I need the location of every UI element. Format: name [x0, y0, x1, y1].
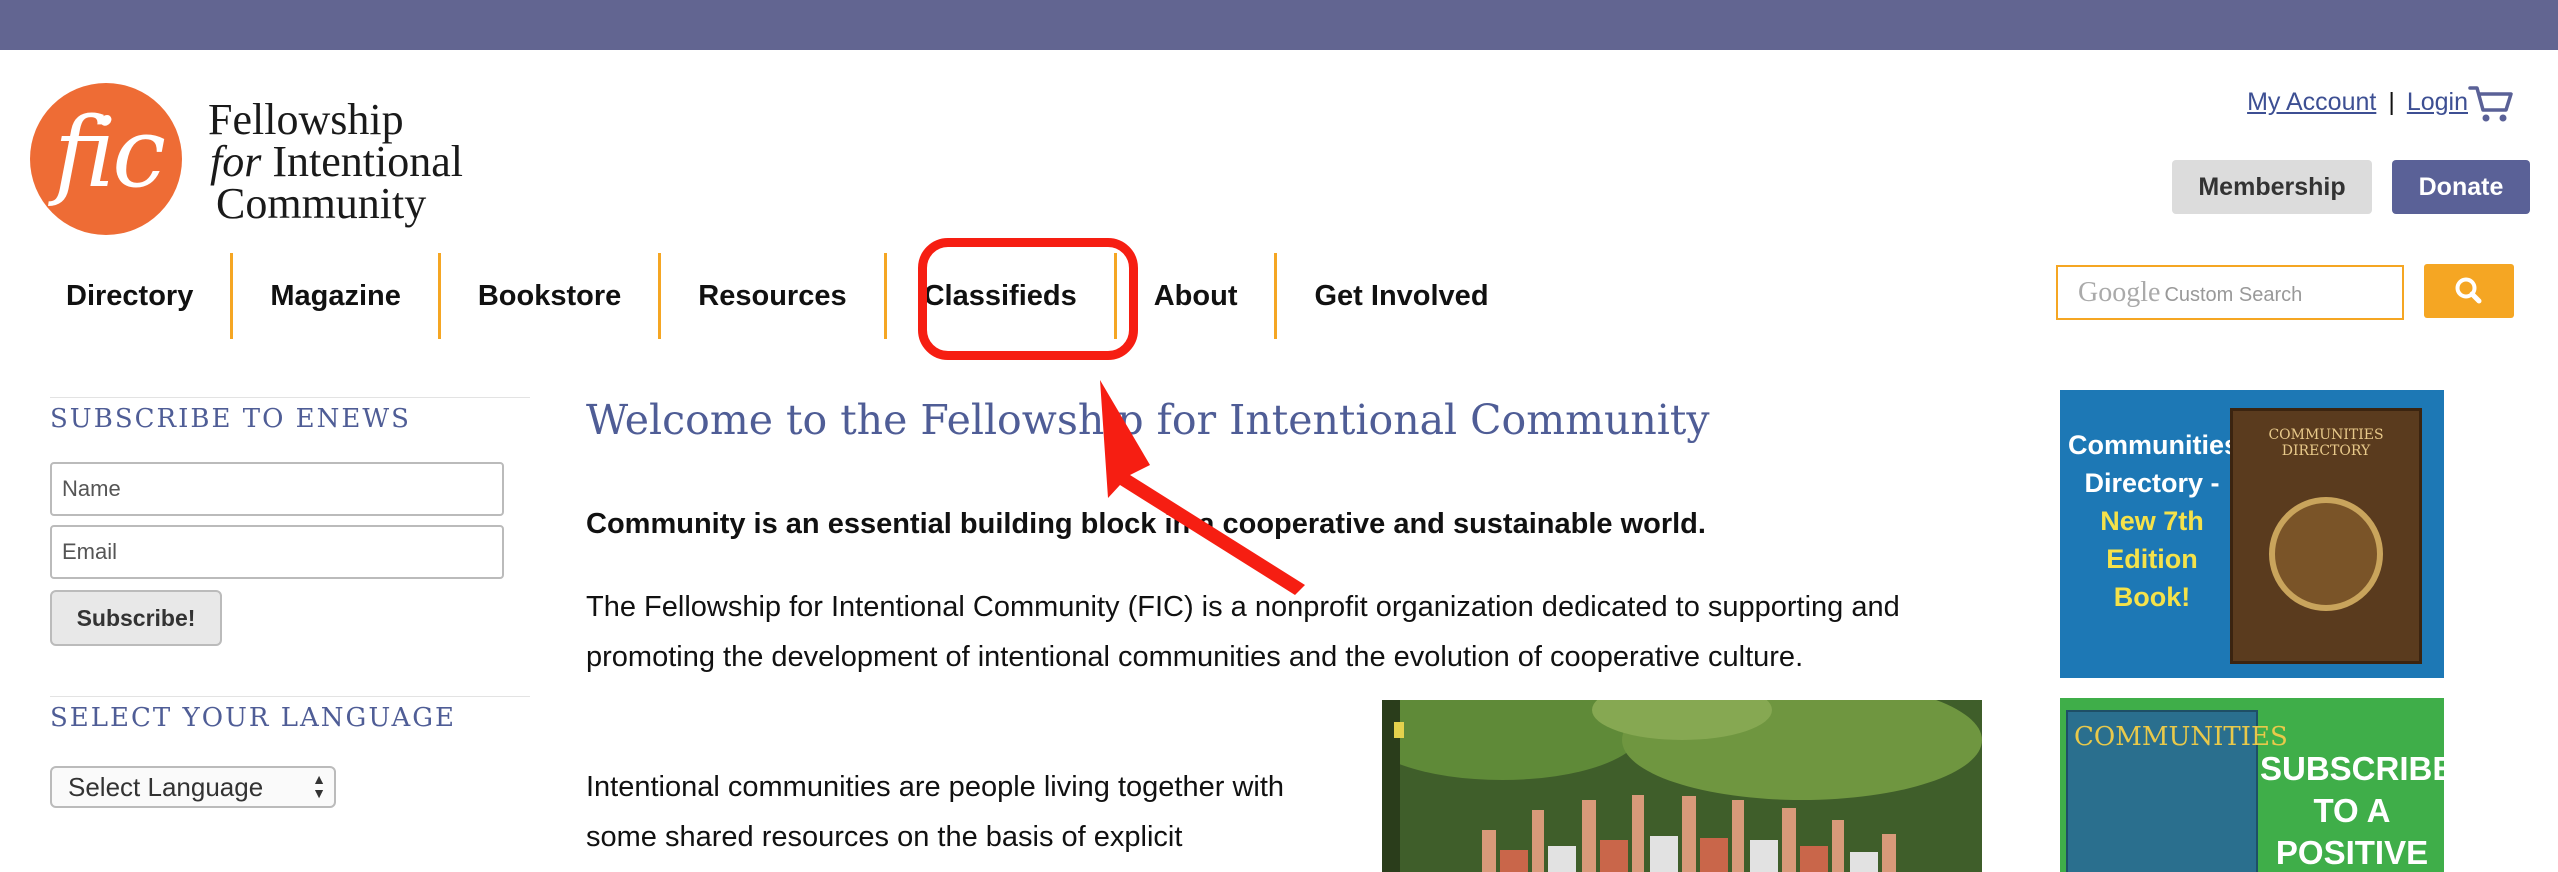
login-link[interactable]: Login — [2407, 88, 2468, 116]
search-icon — [2455, 277, 2482, 304]
nav-about[interactable]: About — [1117, 253, 1278, 339]
search-input[interactable]: Google Custom Search — [2056, 265, 2404, 320]
magazine-ad[interactable]: COMMUNITIES SUBSCRIBE TO A POSITIVE — [2060, 698, 2444, 872]
community-photo — [1382, 700, 1982, 872]
my-account-link[interactable]: My Account — [2247, 88, 2376, 116]
account-separator: | — [2388, 88, 2395, 116]
select-arrows-icon: ▲ ▼ — [312, 771, 326, 801]
membership-button[interactable]: Membership — [2172, 160, 2372, 214]
account-links: My Account | Login — [2247, 88, 2468, 117]
enews-heading: SUBSCRIBE TO ENEWS — [50, 397, 530, 434]
nav-resources[interactable]: Resources — [661, 253, 887, 339]
logo-mark-text: fic — [54, 97, 166, 209]
magazine-ad-line-3: POSITIVE — [2275, 834, 2429, 871]
logo-line-3: Community — [216, 179, 427, 228]
directory-ad-line-2: Directory - — [2084, 468, 2220, 498]
logo-wordmark: Fellowship for Intentional Community — [208, 95, 463, 228]
directory-ad-line-5: Book! — [2113, 582, 2191, 612]
subscribe-button[interactable]: Subscribe! — [50, 590, 222, 646]
logo-mark: fic — [30, 83, 182, 235]
search-button[interactable] — [2424, 264, 2514, 318]
cart-icon[interactable] — [2468, 84, 2514, 124]
directory-book-cover: COMMUNITIES DIRECTORY — [2230, 408, 2422, 664]
top-bar — [0, 0, 2558, 50]
book-ornament-icon — [2269, 497, 2383, 611]
magazine-cover: COMMUNITIES — [2066, 710, 2288, 872]
directory-book-title: COMMUNITIES DIRECTORY — [2268, 427, 2384, 459]
language-heading: SELECT YOUR LANGUAGE — [50, 696, 530, 733]
magazine-ad-line-2: TO A — [2313, 792, 2391, 829]
communities-paragraph: Intentional communities are people livin… — [586, 771, 1285, 853]
main-nav: Directory Magazine Bookstore Resources C… — [30, 253, 1526, 339]
language-select-value: Select Language — [68, 772, 264, 802]
magazine-cover-title: COMMUNITIES — [2074, 722, 2288, 752]
logo-line-1: Fellowship — [208, 95, 404, 144]
directory-ad-line-1: Communities — [2068, 430, 2240, 460]
language-select[interactable]: Select Language ▲ ▼ — [50, 766, 336, 808]
search-placeholder: Custom Search — [2164, 284, 2303, 306]
nav-directory[interactable]: Directory — [30, 253, 234, 339]
annotation-highlight — [918, 238, 1138, 360]
directory-ad[interactable]: Communities Directory - New 7th Edition … — [2060, 390, 2444, 678]
directory-ad-line-4: Edition — [2106, 544, 2198, 574]
google-wordmark: Google — [2078, 277, 2161, 308]
directory-ad-line-3: New 7th — [2100, 506, 2204, 536]
nav-magazine[interactable]: Magazine — [233, 253, 441, 339]
name-field[interactable]: Name — [50, 462, 504, 516]
annotation-arrow-icon — [1050, 370, 1320, 600]
donate-button[interactable]: Donate — [2392, 160, 2530, 214]
directory-ad-text: Communities Directory - New 7th Edition … — [2068, 426, 2240, 616]
magazine-ad-text: SUBSCRIBE TO A POSITIVE — [2260, 748, 2444, 872]
magazine-ad-line-1: SUBSCRIBE — [2260, 750, 2444, 787]
email-field[interactable]: Email — [50, 525, 504, 579]
nav-bookstore[interactable]: Bookstore — [441, 253, 662, 339]
logo-line-2: for Intentional — [208, 140, 463, 184]
nav-get-involved[interactable]: Get Involved — [1277, 253, 1525, 339]
site-logo[interactable]: fic Fellowship for Intentional Community — [30, 83, 470, 235]
